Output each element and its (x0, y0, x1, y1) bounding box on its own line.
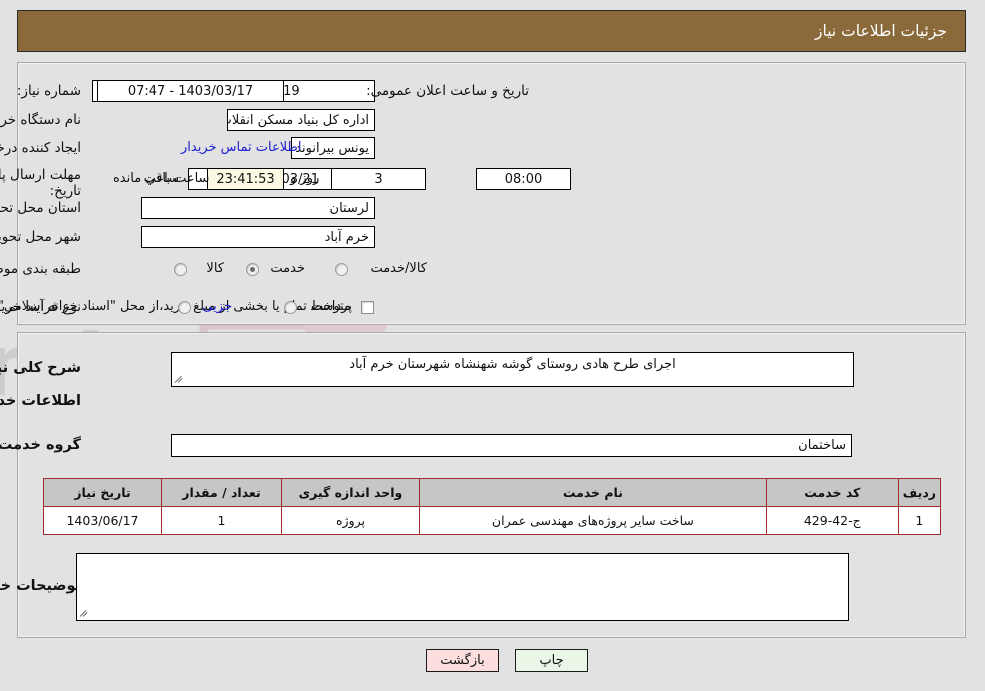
buyer-org-value: اداره کل بنیاد مسکن انقلاب اسلامی استان … (228, 109, 376, 131)
general-need-text: اجرای طرح هادی روستای گوشه شهنشاه شهرستا… (350, 357, 677, 372)
treasury-note-text: پرداخت تمام یا بخشی از مبلغ خرید،از محل … (0, 299, 353, 314)
buyer-org-label: نام دستگاه خریدار: (0, 112, 82, 128)
table-header-row: ردیف کد خدمت نام خدمت واحد اندازه گیری ت… (44, 478, 943, 507)
table-row: 1 ج-42-429 ساخت سایر پروژه‌های مهندسی عم… (44, 506, 943, 535)
remaining-days-label: روز و (291, 171, 321, 186)
request-creator-label: ایجاد کننده درخواست: (0, 140, 82, 156)
th-row-no: ردیف (898, 478, 943, 507)
back-button[interactable]: بازگشت (427, 649, 500, 672)
cell-service-code: ج-42-429 (766, 506, 900, 535)
buyer-notes-label: توضیحات خریدار: (0, 578, 82, 594)
need-number-label: شماره نیاز: (17, 83, 82, 99)
radio-process-jozei-label: جزیی (203, 299, 233, 314)
print-button[interactable]: چاپ (516, 649, 589, 672)
radio-category-kala-khedmat[interactable] (336, 263, 349, 276)
page-title: جزئیات اطلاعات نیاز (816, 22, 948, 40)
cell-service-name: ساخت سایر پروژه‌های مهندسی عمران (420, 506, 768, 535)
resize-grip-icon[interactable] (175, 373, 187, 385)
remaining-time-label: ساعت باقي مانده (114, 171, 211, 186)
cell-unit: پروژه (282, 506, 421, 535)
remaining-days-value: 3 (332, 168, 427, 190)
service-group-label: گروه خدمت: (0, 437, 82, 453)
announce-datetime-label: تاریخ و ساعت اعلان عمومی: (367, 83, 530, 99)
th-unit: واحد اندازه گیری (282, 478, 421, 507)
cell-quantity: 1 (162, 506, 283, 535)
th-need-date: تاریخ نیاز (44, 478, 163, 507)
buyer-contact-link[interactable]: اطلاعات تماس خریدار (182, 140, 302, 155)
th-quantity: تعداد / مقدار (162, 478, 283, 507)
services-info-heading: اطلاعات خدمات مورد نیاز (0, 393, 82, 409)
radio-category-kala-khedmat-label: کالا/خدمت (371, 261, 428, 276)
resize-grip-icon-notes[interactable] (80, 607, 92, 619)
city-value: خرم آباد (142, 226, 376, 248)
buyer-notes-textarea[interactable] (77, 553, 850, 621)
deadline-label-line1: مهلت ارسال پاسخ: تا (0, 167, 82, 183)
radio-category-kala[interactable] (175, 263, 188, 276)
category-label: طبقه بندی موضوعی: (0, 261, 82, 277)
city-label: شهر محل تحویل: (0, 229, 82, 245)
radio-category-khedmat-label: خدمت (271, 261, 306, 276)
announce-datetime-value: 1403/03/17 - 07:47 (98, 80, 285, 102)
deadline-hour-value: 08:00 (477, 168, 572, 190)
radio-category-khedmat[interactable] (247, 263, 260, 276)
services-table-wrap: ردیف کد خدمت نام خدمت واحد اندازه گیری ت… (44, 478, 943, 535)
buyer-notes-text (78, 554, 849, 558)
cell-row-no: 1 (898, 506, 943, 535)
th-service-code: کد خدمت (766, 478, 900, 507)
treasury-bond-checkbox[interactable] (362, 301, 375, 314)
general-need-textarea[interactable]: اجرای طرح هادی روستای گوشه شهنشاه شهرستا… (172, 352, 855, 387)
radio-category-kala-label: کالا (207, 261, 225, 276)
province-label: استان محل تحویل: (0, 200, 82, 216)
service-group-value: ساختمان (172, 434, 853, 457)
cell-need-date: 1403/06/17 (44, 506, 163, 535)
general-need-label: شرح کلی نیاز: (0, 360, 82, 376)
province-value: لرستان (142, 197, 376, 219)
page-root: AriaTender.net جزئیات اطلاعات نیاز شماره… (0, 0, 985, 691)
remaining-time-value: 23:41:53 (208, 168, 285, 190)
deadline-label-line2: تاریخ: (50, 183, 82, 199)
radio-process-jozei[interactable] (179, 301, 192, 314)
services-table: ردیف کد خدمت نام خدمت واحد اندازه گیری ت… (44, 478, 943, 535)
page-header: جزئیات اطلاعات نیاز (18, 10, 967, 52)
th-service-name: نام خدمت (420, 478, 768, 507)
radio-process-motevaset-label: متوسط (311, 299, 352, 314)
radio-process-motevaset[interactable] (285, 301, 298, 314)
request-creator-value: یونس بیرانوند رئیس اداره خدمات و پشتیبان… (292, 137, 376, 159)
